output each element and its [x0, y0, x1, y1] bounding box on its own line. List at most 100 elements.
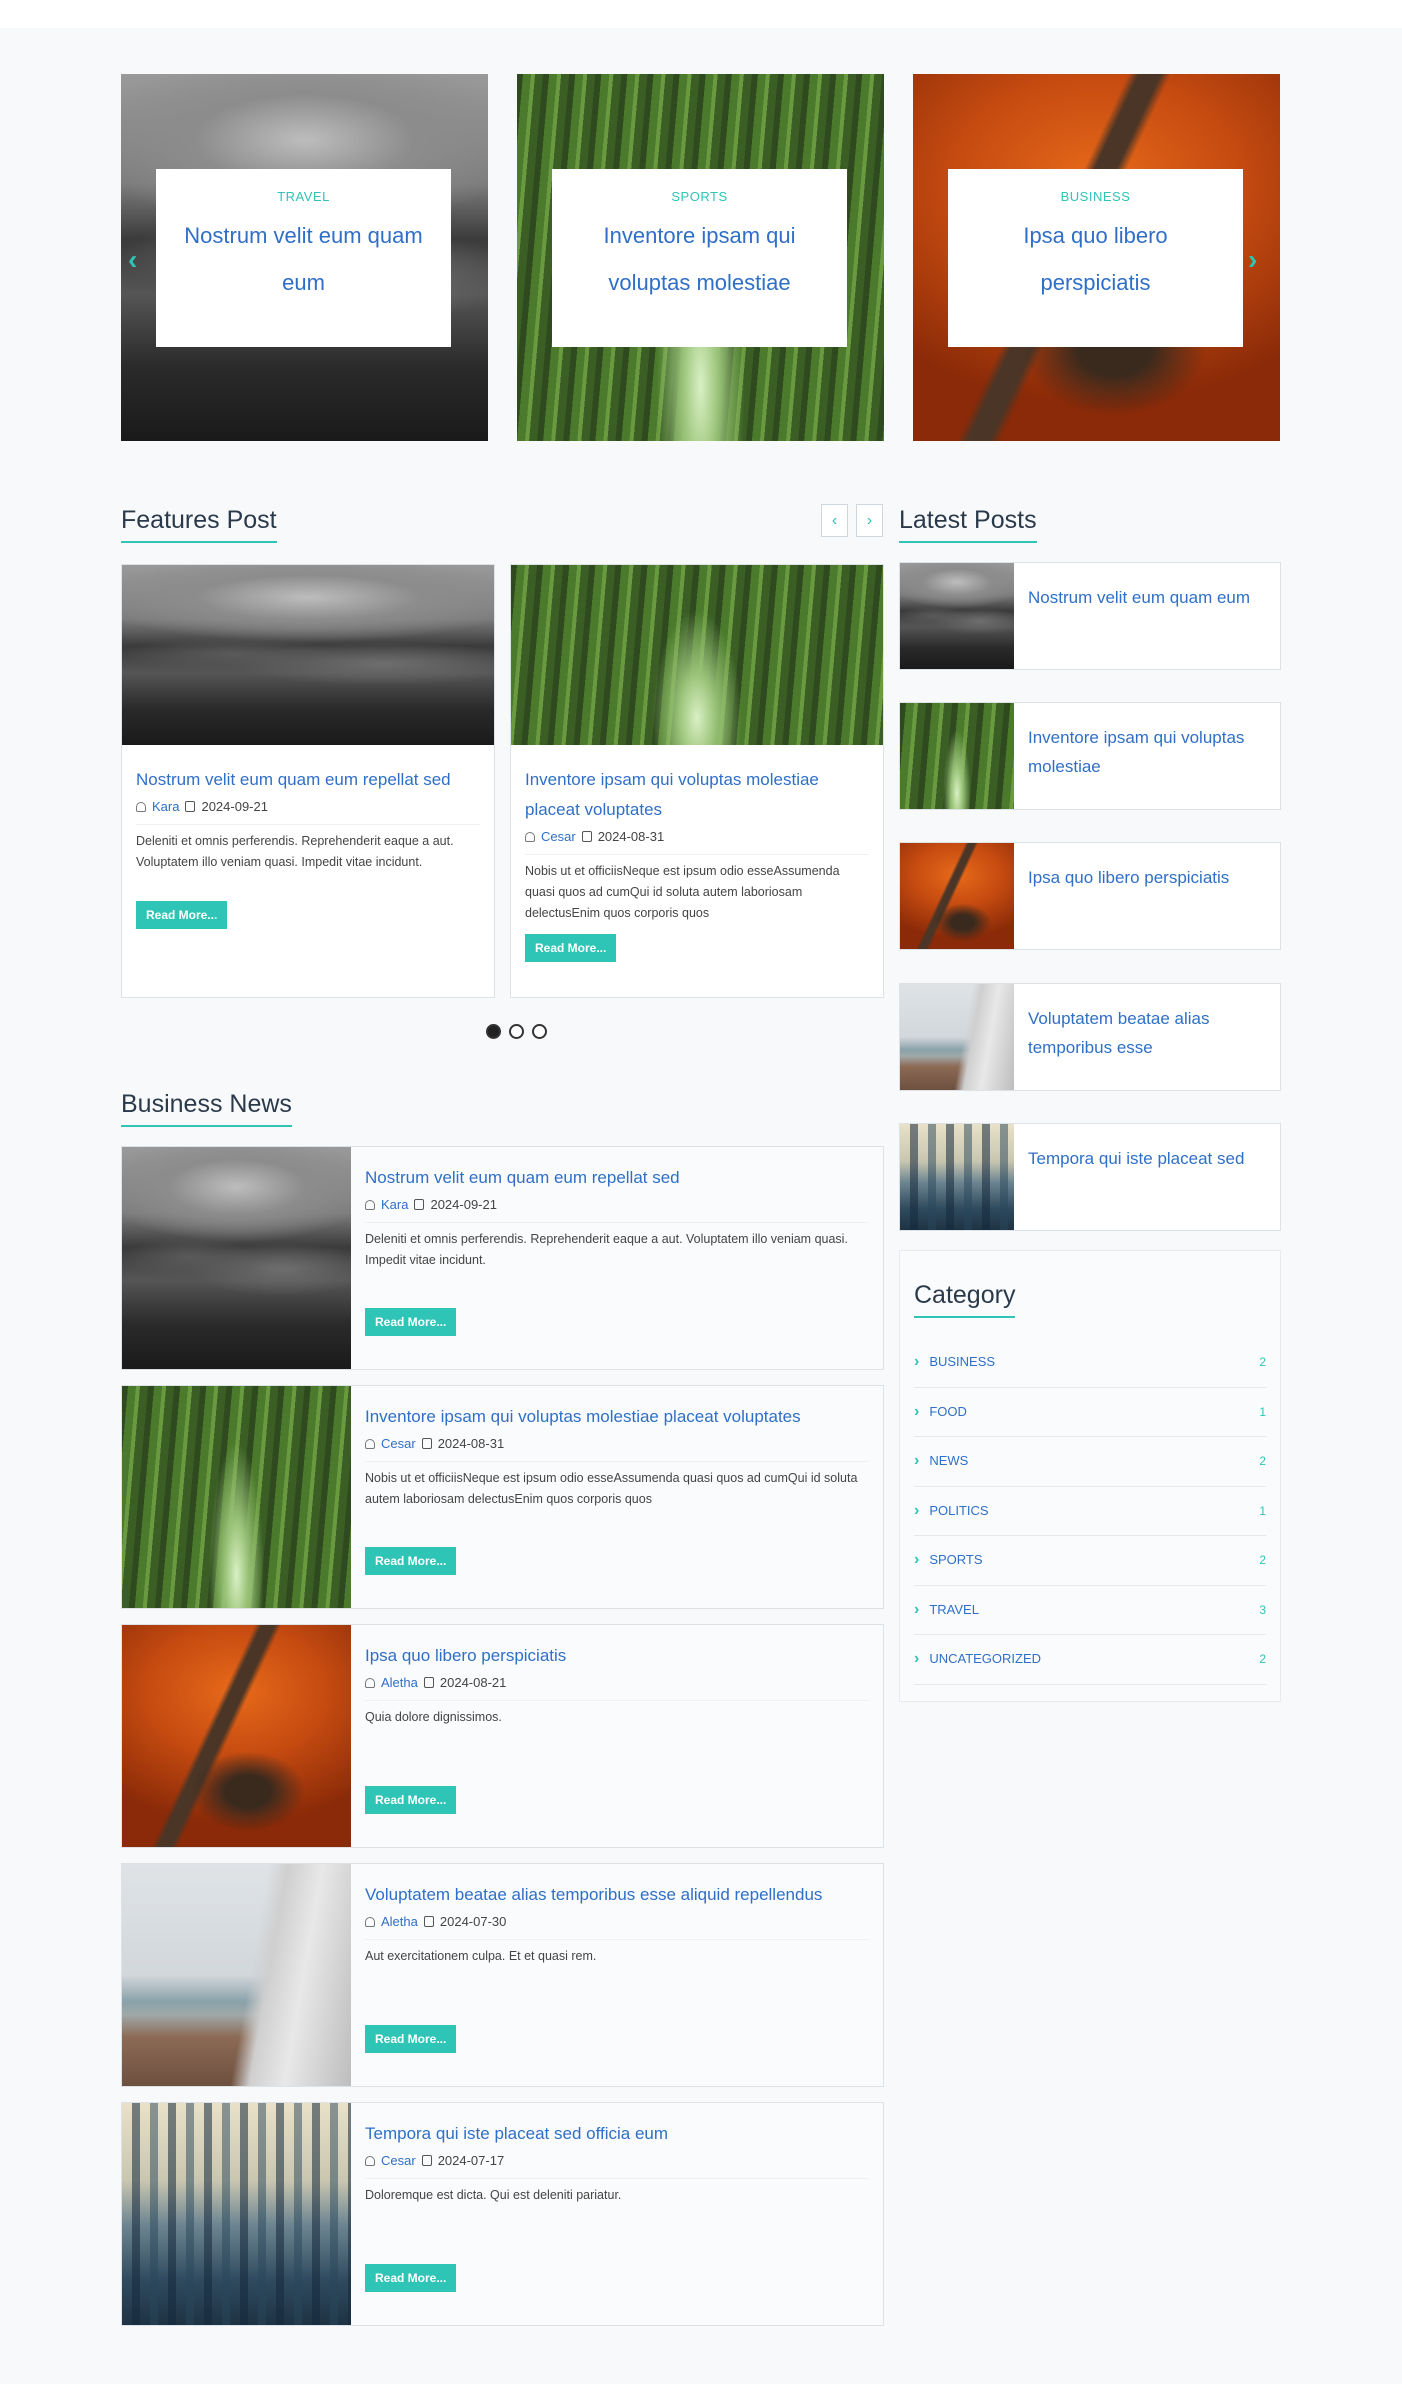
post-author[interactable]: Cesar [381, 1436, 416, 1451]
hero-title[interactable]: Inventore ipsam qui voluptas molestiae [552, 212, 847, 306]
category-item[interactable]: › FOOD 1 [914, 1388, 1266, 1437]
category-count: 2 [1259, 1553, 1266, 1568]
user-icon [525, 831, 535, 842]
chevron-right-icon: › [914, 1600, 920, 1618]
category-heading: Category [914, 1281, 1016, 1318]
post-author[interactable]: Aletha [381, 1914, 418, 1929]
category-item[interactable]: › POLITICS 1 [914, 1487, 1266, 1536]
hero-slide[interactable]: SPORTS Inventore ipsam qui voluptas mole… [517, 74, 884, 441]
post-excerpt: Nobis ut et officiisNeque est ipsum odio… [365, 1461, 869, 1510]
read-more-button[interactable]: Read More... [365, 2025, 457, 2053]
read-more-button[interactable]: Read More... [365, 1308, 457, 1336]
user-icon [365, 1677, 375, 1688]
category-item[interactable]: › SPORTS 2 [914, 1536, 1266, 1586]
post-date: 2024-07-30 [439, 1914, 507, 1929]
business-post: Ipsa quo libero perspiciatis Aletha 2024… [121, 1624, 884, 1848]
latest-post[interactable]: Tempora qui iste placeat sed [899, 1123, 1281, 1231]
read-more-button[interactable]: Read More... [525, 934, 617, 962]
business-post-title[interactable]: Tempora qui iste placeat sed officia eum [365, 2119, 869, 2149]
features-prev-button[interactable]: ‹ [821, 504, 848, 537]
business-post-title[interactable]: Ipsa quo libero perspiciatis [365, 1641, 869, 1671]
post-excerpt: Deleniti et omnis perferendis. Reprehend… [365, 1222, 869, 1271]
post-author[interactable]: Kara [381, 1197, 408, 1212]
business-post-title[interactable]: Nostrum velit eum quam eum repellat sed [365, 1163, 869, 1193]
calendar-icon [421, 2155, 432, 2166]
latest-post-image[interactable] [900, 1124, 1014, 1230]
post-author[interactable]: Aletha [381, 1675, 418, 1690]
feature-image[interactable] [122, 565, 494, 745]
category-name[interactable]: SPORTS [929, 1552, 982, 1567]
category-item[interactable]: › TRAVEL 3 [914, 1586, 1266, 1635]
read-more-button[interactable]: Read More... [136, 901, 228, 929]
business-post-title[interactable]: Voluptatem beatae alias temporibus esse … [365, 1880, 869, 1910]
hero-slide[interactable]: TRAVEL Nostrum velit eum quam eum [121, 74, 488, 441]
category-name[interactable]: UNCATEGORIZED [929, 1651, 1041, 1666]
post-excerpt: Quia dolore dignissimos. [365, 1700, 869, 1728]
latest-post-image[interactable] [900, 563, 1014, 669]
category-item[interactable]: › UNCATEGORIZED 2 [914, 1635, 1266, 1685]
read-more-button[interactable]: Read More... [365, 1547, 457, 1575]
carousel-dot[interactable] [509, 1024, 524, 1039]
carousel-dot[interactable] [486, 1024, 501, 1039]
latest-post[interactable]: Nostrum velit eum quam eum [899, 562, 1281, 670]
category-name[interactable]: FOOD [929, 1404, 967, 1419]
user-icon [365, 1916, 375, 1927]
post-author[interactable]: Cesar [541, 829, 576, 844]
category-item[interactable]: › NEWS 2 [914, 1437, 1266, 1487]
business-post-image[interactable] [122, 1864, 351, 2086]
post-date: 2024-08-31 [437, 1436, 505, 1451]
hero-card: TRAVEL Nostrum velit eum quam eum [156, 169, 451, 347]
latest-post-title[interactable]: Inventore ipsam qui voluptas molestiae [1014, 703, 1280, 809]
user-icon [365, 1199, 375, 1210]
post-author[interactable]: Cesar [381, 2153, 416, 2168]
read-more-button[interactable]: Read More... [365, 1786, 457, 1814]
hero-category[interactable]: BUSINESS [948, 189, 1243, 204]
business-post-title[interactable]: Inventore ipsam qui voluptas molestiae p… [365, 1402, 869, 1432]
calendar-icon [423, 1677, 434, 1688]
latest-post[interactable]: Ipsa quo libero perspiciatis [899, 842, 1281, 950]
carousel-dot[interactable] [532, 1024, 547, 1039]
latest-post-image[interactable] [900, 703, 1014, 809]
category-name[interactable]: TRAVEL [929, 1602, 979, 1617]
business-post-image[interactable] [122, 1625, 351, 1847]
post-meta: Aletha 2024-08-21 [365, 1675, 869, 1690]
post-author[interactable]: Kara [152, 799, 179, 814]
feature-title[interactable]: Nostrum velit eum quam eum repellat sed [136, 765, 480, 795]
chevron-right-icon: › [914, 1551, 920, 1569]
calendar-icon [414, 1199, 425, 1210]
category-item[interactable]: › BUSINESS 2 [914, 1338, 1266, 1388]
category-list: › BUSINESS 2 › FOOD 1 › NEWS 2 › POLITICS 1 … [914, 1338, 1266, 1685]
business-post: Voluptatem beatae alias temporibus esse … [121, 1863, 884, 2087]
features-next-button[interactable]: › [856, 504, 883, 537]
calendar-icon [581, 831, 592, 842]
latest-post-image[interactable] [900, 984, 1014, 1090]
hero-next-arrow-icon[interactable]: › [1248, 244, 1257, 276]
category-name[interactable]: POLITICS [929, 1503, 988, 1518]
latest-post-title[interactable]: Nostrum velit eum quam eum [1014, 563, 1264, 669]
feature-image[interactable] [511, 565, 883, 745]
hero-slide[interactable]: BUSINESS Ipsa quo libero perspiciatis [913, 74, 1280, 441]
category-name[interactable]: BUSINESS [929, 1354, 995, 1369]
latest-post-image[interactable] [900, 843, 1014, 949]
hero-title[interactable]: Ipsa quo libero perspiciatis [948, 212, 1243, 306]
post-meta: Aletha 2024-07-30 [365, 1914, 869, 1929]
latest-post[interactable]: Inventore ipsam qui voluptas molestiae [899, 702, 1281, 810]
post-meta: Kara 2024-09-21 [136, 799, 480, 814]
hero-category[interactable]: SPORTS [552, 189, 847, 204]
post-excerpt: Nobis ut et officiisNeque est ipsum odio… [525, 854, 869, 924]
read-more-button[interactable]: Read More... [365, 2264, 457, 2292]
business-post-image[interactable] [122, 1147, 351, 1369]
hero-prev-arrow-icon[interactable]: ‹ [128, 244, 137, 276]
latest-post-title[interactable]: Tempora qui iste placeat sed [1014, 1124, 1258, 1230]
business-post-image[interactable] [122, 1386, 351, 1608]
calendar-icon [421, 1438, 432, 1449]
feature-title[interactable]: Inventore ipsam qui voluptas molestiae p… [525, 765, 869, 825]
feature-card: Inventore ipsam qui voluptas molestiae p… [510, 564, 884, 998]
latest-post[interactable]: Voluptatem beatae alias temporibus esse [899, 983, 1281, 1091]
hero-category[interactable]: TRAVEL [156, 189, 451, 204]
latest-post-title[interactable]: Ipsa quo libero perspiciatis [1014, 843, 1243, 949]
hero-title[interactable]: Nostrum velit eum quam eum [156, 212, 451, 306]
latest-post-title[interactable]: Voluptatem beatae alias temporibus esse [1014, 984, 1280, 1090]
business-post-image[interactable] [122, 2103, 351, 2325]
category-name[interactable]: NEWS [929, 1453, 968, 1468]
